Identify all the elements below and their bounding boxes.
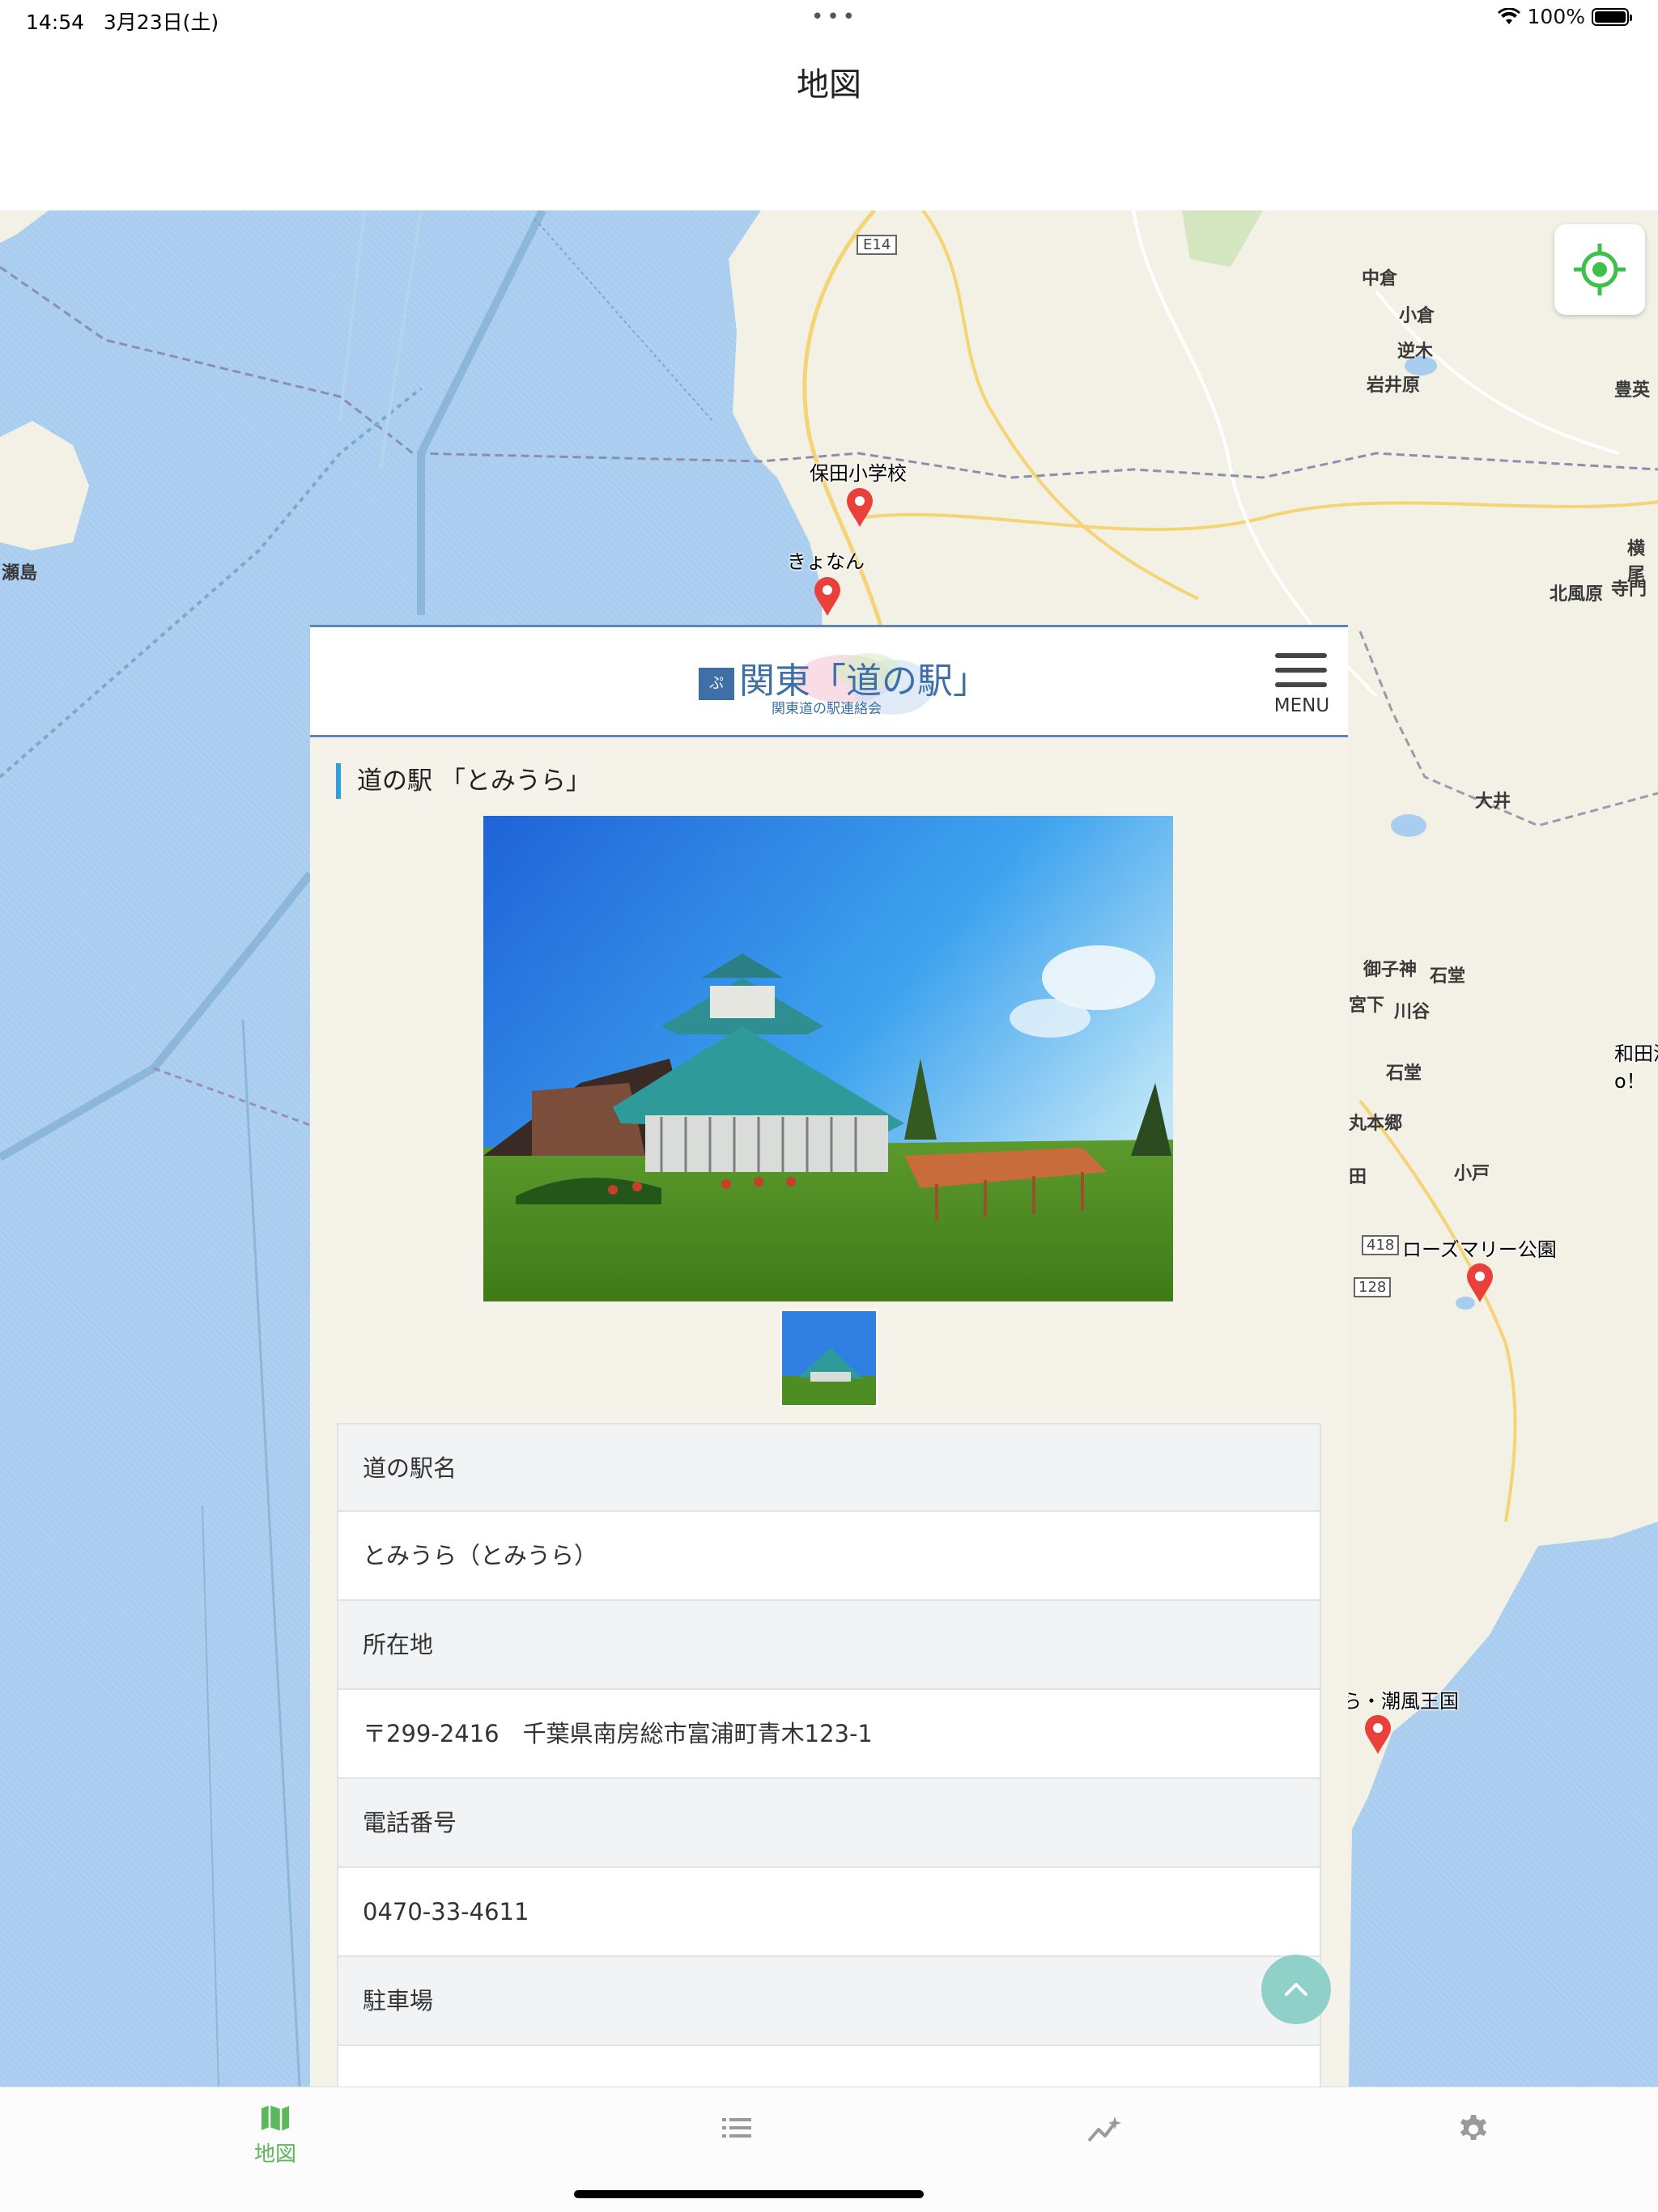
tab-settings[interactable] xyxy=(1425,2102,1522,2167)
pin-label-wadaura[interactable]: 和田浦 xyxy=(1614,1038,1658,1066)
sea-line-4 xyxy=(241,1019,301,2087)
map-label-ishido-1: 石堂 xyxy=(1430,966,1466,987)
map-label-kitakazahara: 北風原 xyxy=(1550,584,1604,605)
gear-icon xyxy=(1460,2115,1486,2140)
kanto-michinoeki-logo[interactable]: ぷ関東「道の駅」 関東道の駅連絡会 xyxy=(699,652,988,717)
hamburger-icon xyxy=(1275,653,1327,658)
tab-activity[interactable] xyxy=(1056,2102,1154,2167)
battery-fill xyxy=(1595,11,1626,23)
station-title: 道の駅 「とみうら」 xyxy=(336,763,591,799)
station-detail-panel[interactable]: ぷ関東「道の駅」 関東道の駅連絡会 MENU 道の駅 「とみうら」 道の駅名 と… xyxy=(310,625,1348,2087)
wifi-icon xyxy=(1497,7,1520,24)
road-shield-418: 418 xyxy=(1362,1235,1400,1255)
logo-subtitle: 関東道の駅連絡会 xyxy=(772,701,882,717)
multitasking-dots-icon[interactable]: ••• xyxy=(811,5,858,29)
sea-line-7 xyxy=(379,210,423,470)
sea-line-2 xyxy=(0,871,313,1161)
logo-text: ぷ関東「道の駅」 xyxy=(699,652,988,703)
status-indicators: 100% xyxy=(1497,5,1632,28)
map-pin-icon[interactable] xyxy=(1363,1714,1392,1755)
map-pin-icon[interactable] xyxy=(813,576,842,617)
map-pin-icon[interactable] xyxy=(1465,1263,1494,1303)
map-label-ta: 田 xyxy=(1349,1167,1367,1187)
pin-label-wadaura-2[interactable]: o！ xyxy=(1614,1065,1646,1093)
map-label-nakakura: 中倉 xyxy=(1362,269,1398,289)
road-shield-e14: E14 xyxy=(857,235,898,255)
hamburger-icon-line xyxy=(1275,682,1327,687)
sea-line-5 xyxy=(202,1505,219,2087)
sea-line-8 xyxy=(534,218,713,422)
tab-list[interactable] xyxy=(688,2102,785,2167)
pin-label-kyonan[interactable]: きょなん xyxy=(787,546,865,574)
map-label-kodo: 小戸 xyxy=(1454,1164,1490,1184)
station-main-photo[interactable] xyxy=(483,816,1173,1301)
map-label-oi: 大井 xyxy=(1475,792,1511,812)
info-row-parking-value xyxy=(337,2046,1321,2087)
tab-map[interactable]: 地図 xyxy=(227,2102,324,2167)
station-photo-thumbnail[interactable] xyxy=(780,1310,878,1407)
status-time: 14:54 3月23日(土) xyxy=(26,11,219,34)
info-row-name-header: 道の駅名 xyxy=(337,1423,1321,1512)
pin-label-hota-school[interactable]: 保田小学校 xyxy=(810,457,907,486)
station-photo-illustration xyxy=(483,816,1173,1301)
sea-line-3 xyxy=(153,1067,311,1127)
map-label-toyofusa: 豊英 xyxy=(1614,380,1651,401)
tab-map-label: 地図 xyxy=(253,2142,296,2167)
map-label-miyashita: 宮下 xyxy=(1349,996,1385,1016)
logo-badge: ぷ xyxy=(699,667,734,700)
map-label-sejima: 瀬島 xyxy=(2,563,38,584)
land-island-left xyxy=(0,421,89,550)
battery-icon xyxy=(1592,7,1632,26)
lake-2 xyxy=(1391,814,1426,837)
page-title: 地図 xyxy=(797,66,861,104)
land-top-left xyxy=(0,210,49,243)
pin-label-shiokaze-okoku[interactable]: ら・潮風王国 xyxy=(1342,1685,1459,1713)
info-row-phone-value[interactable]: 0470-33-4611 xyxy=(337,1868,1321,1957)
map-label-terakado: 寺門 xyxy=(1611,580,1647,600)
map-label-mikogami: 御子神 xyxy=(1363,960,1418,980)
panel-header: ぷ関東「道の駅」 関東道の駅連絡会 MENU xyxy=(310,627,1348,737)
map-label-kokura: 小倉 xyxy=(1399,306,1435,326)
chevron-up-icon xyxy=(1285,1983,1307,1996)
info-row-phone-header: 電話番号 xyxy=(337,1779,1321,1868)
sea-line-6 xyxy=(338,210,366,422)
status-bar: 14:54 3月23日(土) ••• 100% xyxy=(0,0,1658,39)
map-label-kawatani: 川谷 xyxy=(1394,1002,1431,1022)
map-label-sakasagi: 逆木 xyxy=(1397,342,1434,362)
thumbnail-illustration xyxy=(782,1311,876,1405)
battery-percent: 100% xyxy=(1527,5,1585,28)
station-info-table: 道の駅名 とみうら（とみうら） 所在地 〒299-2416 千葉県南房総市富浦町… xyxy=(337,1423,1321,2087)
info-row-name-value: とみうら（とみうら） xyxy=(337,1512,1321,1601)
sea-line-1 xyxy=(417,210,546,615)
crosshair-icon xyxy=(1574,244,1626,295)
menu-label: MENU xyxy=(1273,695,1330,716)
list-icon xyxy=(722,2118,751,2138)
pin-label-rosemary-park[interactable]: ローズマリー公園 xyxy=(1402,1233,1557,1262)
info-row-address-header: 所在地 xyxy=(337,1601,1321,1690)
map-label-ishido-2: 石堂 xyxy=(1386,1064,1422,1084)
hamburger-menu-button[interactable]: MENU xyxy=(1273,650,1330,716)
map-label-iwaibara: 岩井原 xyxy=(1367,376,1421,396)
current-location-button[interactable] xyxy=(1554,224,1645,315)
hamburger-icon-line xyxy=(1275,668,1327,673)
info-row-parking-header: 駐車場 xyxy=(337,1957,1321,2046)
map-label-marumotogo: 丸本郷 xyxy=(1349,1114,1403,1134)
info-row-address-value: 〒299-2416 千葉県南房総市富浦町青木123-1 xyxy=(337,1690,1321,1779)
home-indicator[interactable] xyxy=(574,2190,924,2198)
scroll-to-top-button[interactable] xyxy=(1261,1955,1331,2024)
chart-icon xyxy=(1087,2116,1121,2142)
map-icon xyxy=(261,2105,289,2131)
map-pin-icon[interactable] xyxy=(845,487,874,528)
road-shield-128: 128 xyxy=(1354,1277,1392,1297)
